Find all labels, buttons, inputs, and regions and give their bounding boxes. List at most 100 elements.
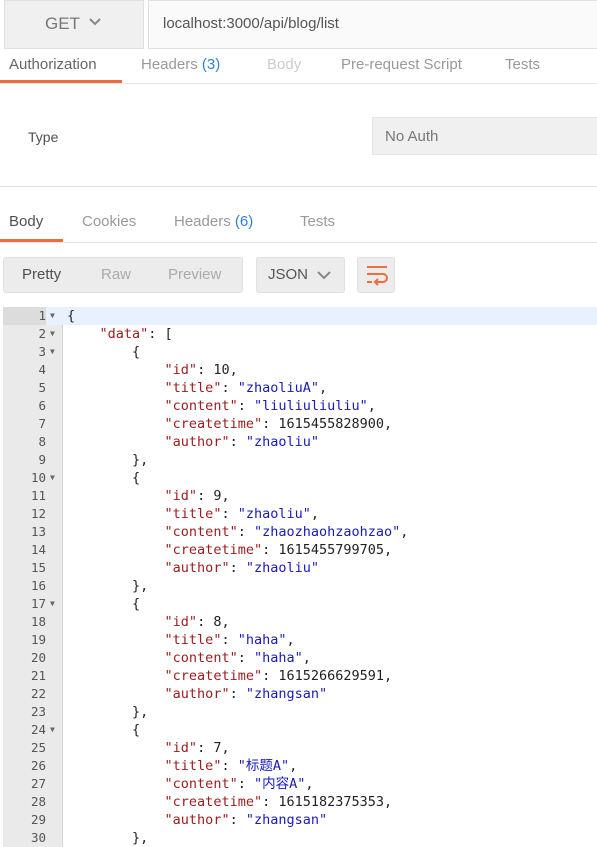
line-number: 6 <box>38 398 46 413</box>
format-label: JSON <box>268 266 309 283</box>
line-number: 12 <box>30 506 46 521</box>
tab-request-headers-label: Headers <box>141 56 198 73</box>
line-number: 21 <box>30 668 46 683</box>
code-line: 2 ▼ "data": [ <box>3 325 597 343</box>
tab-request-headers[interactable]: Headers (3) <box>141 56 220 73</box>
code-line: 24 ▼ { <box>3 721 597 739</box>
code-line: 3 ▼ { <box>3 343 597 361</box>
line-number: 26 <box>30 758 46 773</box>
line-number: 8 <box>38 434 46 449</box>
line-number: 28 <box>30 794 46 809</box>
code-line: 28 "createtime": 1615182375353, <box>3 793 597 811</box>
code-text: { <box>67 308 76 324</box>
line-number: 24 <box>30 722 46 737</box>
tab-test-results[interactable]: Tests <box>300 213 335 230</box>
response-body-code[interactable]: 1 ▼{2 ▼ "data": [3 ▼ {4 "id": 10, 5 "title":… <box>3 307 597 847</box>
divider <box>0 83 597 84</box>
line-number: 2 <box>38 326 46 341</box>
fold-arrow-icon[interactable]: ▼ <box>50 325 55 343</box>
line-number: 3 <box>38 344 46 359</box>
line-number: 10 <box>30 470 46 485</box>
tab-request-tests[interactable]: Tests <box>505 56 540 73</box>
line-number: 22 <box>30 686 46 701</box>
request-headers-count: (3) <box>201 56 221 73</box>
line-number: 4 <box>38 362 46 377</box>
code-text: { <box>132 344 141 360</box>
code-text: "title": "haha", <box>164 632 295 648</box>
view-raw-button[interactable]: Raw <box>101 266 131 283</box>
view-pretty-button[interactable]: Pretty <box>22 266 61 283</box>
code-text: { <box>132 722 141 738</box>
tab-request-body[interactable]: Body <box>267 56 301 73</box>
line-number: 29 <box>30 812 46 827</box>
line-number: 16 <box>30 578 46 593</box>
chevron-down-icon <box>89 18 101 26</box>
code-text: "content": "zhaozhaohzaohzao", <box>164 524 409 540</box>
code-text: "content": "内容A", <box>164 776 314 792</box>
code-line: 18 "id": 8, <box>3 613 597 631</box>
tab-cookies[interactable]: Cookies <box>82 213 136 230</box>
code-line: 26 "title": "标题A", <box>3 757 597 775</box>
code-text: }, <box>132 452 149 468</box>
code-text: "data": [ <box>99 326 173 342</box>
response-headers-count: (6) <box>234 213 254 230</box>
tab-response-headers[interactable]: Headers (6) <box>174 213 253 230</box>
auth-type-label: Type <box>28 129 59 145</box>
code-lines: 1 ▼{2 ▼ "data": [3 ▼ {4 "id": 10, 5 "title":… <box>3 307 597 847</box>
code-line: 9 }, <box>3 451 597 469</box>
code-text: "id": 7, <box>164 740 230 756</box>
code-line: 20 "content": "haha", <box>3 649 597 667</box>
code-line: 21 "createtime": 1615266629591, <box>3 667 597 685</box>
line-number: 17 <box>30 596 46 611</box>
code-line: 1 ▼ { <box>3 307 597 325</box>
code-line: 7 "createtime": 1615455828900, <box>3 415 597 433</box>
code-text: "createtime": 1615455799705, <box>164 542 393 558</box>
code-text: "title": "zhaoliu", <box>164 506 320 522</box>
line-number: 9 <box>38 452 46 467</box>
line-number: 25 <box>30 740 46 755</box>
code-text: "title": "zhaoliuA", <box>164 380 328 396</box>
fold-arrow-icon[interactable]: ▼ <box>50 721 55 739</box>
fold-arrow-icon[interactable]: ▼ <box>50 595 55 613</box>
code-text: "content": "haha", <box>164 650 311 666</box>
line-number: 13 <box>30 524 46 539</box>
code-text: }, <box>132 704 149 720</box>
code-text: "createtime": 1615266629591, <box>164 668 393 684</box>
code-line: 5 "title": "zhaoliuA", <box>3 379 597 397</box>
code-line: 15 "author": "zhaoliu" <box>3 559 597 577</box>
code-line: 4 "id": 10, <box>3 361 597 379</box>
code-text: "author": "zhangsan" <box>164 686 328 702</box>
tab-response-headers-label: Headers <box>174 213 231 230</box>
code-text: "id": 9, <box>164 488 230 504</box>
divider <box>0 186 597 187</box>
code-line: 11 "id": 9, <box>3 487 597 505</box>
code-line: 23 }, <box>3 703 597 721</box>
code-line: 10 ▼ { <box>3 469 597 487</box>
fold-arrow-icon[interactable]: ▼ <box>50 343 55 361</box>
auth-type-value: No Auth <box>385 128 439 145</box>
code-text: { <box>132 596 141 612</box>
code-line: 6 "content": "liuliuliuliu", <box>3 397 597 415</box>
code-line: 17 ▼ { <box>3 595 597 613</box>
code-text: "createtime": 1615182375353, <box>164 794 393 810</box>
line-number: 20 <box>30 650 46 665</box>
view-preview-button[interactable]: Preview <box>168 266 221 283</box>
code-line: 14 "createtime": 1615455799705, <box>3 541 597 559</box>
code-text: "author": "zhaoliu" <box>164 560 319 576</box>
tab-pre-request-script[interactable]: Pre-request Script <box>341 56 462 73</box>
line-number: 30 <box>30 830 46 845</box>
fold-arrow-icon[interactable]: ▼ <box>50 469 55 487</box>
chevron-down-icon <box>317 271 331 280</box>
tab-authorization[interactable]: Authorization <box>9 56 97 73</box>
method-label: GET <box>45 14 80 33</box>
code-text: "id": 10, <box>164 362 238 378</box>
line-number: 15 <box>30 560 46 575</box>
line-number: 5 <box>38 380 46 395</box>
line-number: 18 <box>30 614 46 629</box>
fold-arrow-icon[interactable]: ▼ <box>50 307 55 325</box>
tab-response-body[interactable]: Body <box>9 213 43 230</box>
line-number: 11 <box>30 488 46 503</box>
code-line: 25 "id": 7, <box>3 739 597 757</box>
code-line: 27 "content": "内容A", <box>3 775 597 793</box>
line-number: 1 <box>3 307 46 325</box>
